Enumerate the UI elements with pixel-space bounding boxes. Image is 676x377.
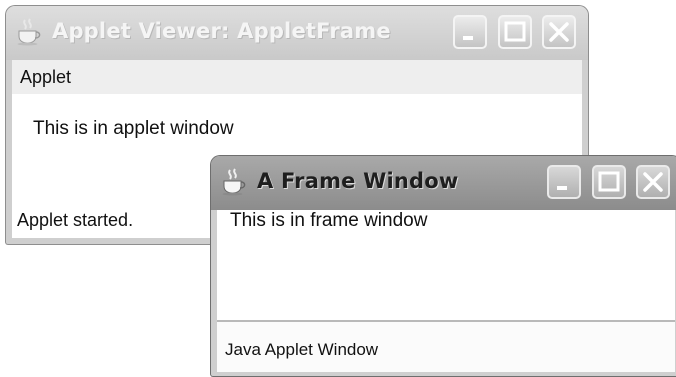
maximize-button[interactable] — [592, 165, 626, 199]
menu-bar: Applet — [12, 60, 582, 94]
frame-window: A Frame Window This is in frame window J… — [211, 156, 676, 376]
java-coffee-cup-icon[interactable] — [16, 18, 42, 46]
menu-applet[interactable]: Applet — [20, 67, 71, 88]
applet-warning-bar: Java Applet Window — [217, 320, 675, 372]
minimize-button[interactable] — [453, 15, 487, 49]
java-coffee-cup-icon[interactable] — [221, 168, 247, 196]
frame-window-titlebar[interactable]: A Frame Window — [211, 156, 676, 210]
applet-viewer-titlebar[interactable]: Applet Viewer: AppletFrame — [6, 6, 588, 60]
close-button[interactable] — [636, 165, 670, 199]
window-title: Applet Viewer: AppletFrame — [52, 19, 391, 43]
status-bar-text: Applet started. — [17, 210, 134, 230]
close-button[interactable] — [542, 15, 576, 49]
close-icon — [549, 22, 569, 42]
maximize-icon — [504, 21, 526, 42]
maximize-icon — [598, 171, 620, 192]
minimize-icon — [557, 186, 567, 190]
warning-text: Java Applet Window — [225, 340, 379, 359]
window-title: A Frame Window — [257, 169, 459, 193]
minimize-button[interactable] — [547, 165, 581, 199]
maximize-button[interactable] — [498, 15, 532, 49]
frame-window-content: This is in frame window Java Applet Wind… — [217, 210, 675, 372]
minimize-icon — [463, 36, 473, 40]
applet-message: This is in applet window — [33, 118, 234, 139]
close-icon — [643, 172, 663, 192]
frame-message: This is in frame window — [230, 210, 428, 231]
